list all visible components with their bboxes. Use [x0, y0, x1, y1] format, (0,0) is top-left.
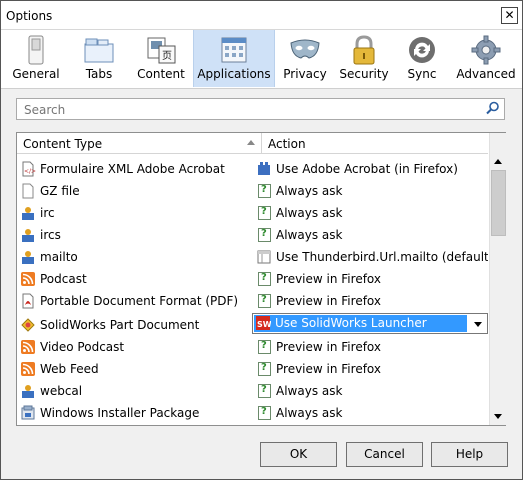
list-item[interactable]: webcal Always ask — [17, 380, 488, 402]
column-header-action[interactable]: Action — [262, 133, 488, 153]
ask-icon — [256, 405, 272, 421]
security-lock-icon — [353, 35, 375, 65]
solidworks-part-icon — [21, 318, 35, 332]
search-icon[interactable] — [486, 101, 500, 115]
tab-advanced[interactable]: Advanced — [455, 30, 517, 87]
cancel-button[interactable]: Cancel — [346, 442, 423, 467]
ask-icon — [256, 227, 272, 243]
app-icon — [22, 251, 34, 264]
sync-icon — [409, 37, 435, 63]
app-icon — [22, 207, 34, 220]
window-title: Options — [6, 9, 53, 23]
list-item[interactable]: Video Podcast Preview in Firefox — [17, 336, 488, 358]
xml-doc-icon: </> — [22, 161, 36, 177]
list-item[interactable]: irc Always ask — [17, 202, 488, 224]
feed-icon — [21, 362, 35, 376]
content-icon: 页 — [147, 37, 176, 64]
help-button[interactable]: Help — [431, 442, 508, 467]
list-item[interactable]: Windows Installer Package Always ask — [17, 402, 488, 424]
list-item[interactable]: mailto Use Thunderbird.Url.mailto (defau… — [17, 246, 488, 268]
list-item[interactable]: Podcast Preview in Firefox — [17, 268, 488, 290]
list-item[interactable]: </> Formulaire XML Adobe Acrobat Use Adob… — [17, 158, 488, 180]
chevron-down-icon[interactable] — [470, 315, 486, 332]
installer-icon — [21, 405, 35, 420]
close-button[interactable]: ✕ — [501, 7, 518, 24]
tab-sync[interactable]: Sync — [395, 30, 449, 87]
tab-tabs[interactable]: Tabs — [71, 30, 127, 87]
ask-icon — [256, 339, 272, 355]
list-item[interactable]: ircs Always ask — [17, 224, 488, 246]
applications-icon — [221, 37, 247, 63]
general-switch-icon — [28, 35, 44, 65]
list-item[interactable]: Web Feed Preview in Firefox — [17, 358, 488, 380]
list-item[interactable]: GZ file Always ask — [17, 180, 488, 202]
blank-doc-icon — [22, 183, 34, 199]
feed-icon — [21, 272, 35, 286]
action-dropdown[interactable]: SW Use SolidWorks Launcher — [252, 313, 488, 334]
search-box — [16, 98, 505, 120]
svg-text:SW: SW — [257, 320, 271, 329]
sort-ascending-icon — [247, 140, 255, 145]
privacy-mask-icon — [290, 39, 320, 59]
title-bar: Options ✕ — [1, 1, 522, 30]
preferences-toolbar: General Tabs 页 Content Applications Priv… — [1, 30, 522, 89]
list-header: Content Type Action — [17, 133, 488, 154]
tabs-icon — [84, 38, 114, 63]
pdf-icon — [22, 293, 34, 309]
ask-icon — [256, 361, 272, 377]
ask-icon — [256, 383, 272, 399]
action-dropdown-selected: SW Use SolidWorks Launcher — [254, 315, 467, 332]
tab-applications[interactable]: Applications — [193, 30, 275, 87]
ok-button[interactable]: OK — [260, 442, 337, 467]
feed-icon — [21, 340, 35, 354]
svg-text:页: 页 — [162, 50, 172, 62]
list-rows: </> Formulaire XML Adobe Acrobat Use Adob… — [17, 154, 488, 424]
tab-privacy[interactable]: Privacy — [279, 30, 331, 87]
app-icon — [22, 385, 34, 398]
vertical-scrollbar[interactable] — [489, 133, 506, 425]
scroll-down-button[interactable] — [490, 408, 506, 425]
advanced-gear-icon — [471, 35, 501, 65]
column-header-content-type[interactable]: Content Type — [17, 133, 262, 153]
plugin-icon — [258, 162, 270, 175]
svg-text:</>: </> — [24, 168, 36, 175]
scrollbar-thumb[interactable] — [491, 170, 506, 236]
app-icon — [22, 229, 34, 242]
solidworks-icon: SW — [256, 316, 271, 330]
tab-general[interactable]: General — [9, 30, 63, 87]
tab-content[interactable]: 页 Content — [133, 30, 189, 87]
content-type-list: Content Type Action </> Formulaire XML Ad… — [16, 132, 506, 426]
search-input[interactable] — [22, 101, 476, 118]
window-icon — [257, 250, 271, 264]
list-item[interactable]: Portable Document Format (PDF) Preview i… — [17, 290, 488, 312]
list-item-selected[interactable]: SolidWorks Part Document SW Use SolidWork… — [17, 312, 488, 336]
ask-icon — [256, 205, 272, 221]
ask-icon — [256, 271, 272, 287]
tab-security[interactable]: Security — [337, 30, 391, 87]
ask-icon — [256, 183, 272, 199]
ask-icon — [256, 293, 272, 309]
options-dialog: Options ✕ General Tabs 页 Content Applica… — [0, 0, 523, 480]
scroll-up-button[interactable] — [490, 153, 506, 170]
